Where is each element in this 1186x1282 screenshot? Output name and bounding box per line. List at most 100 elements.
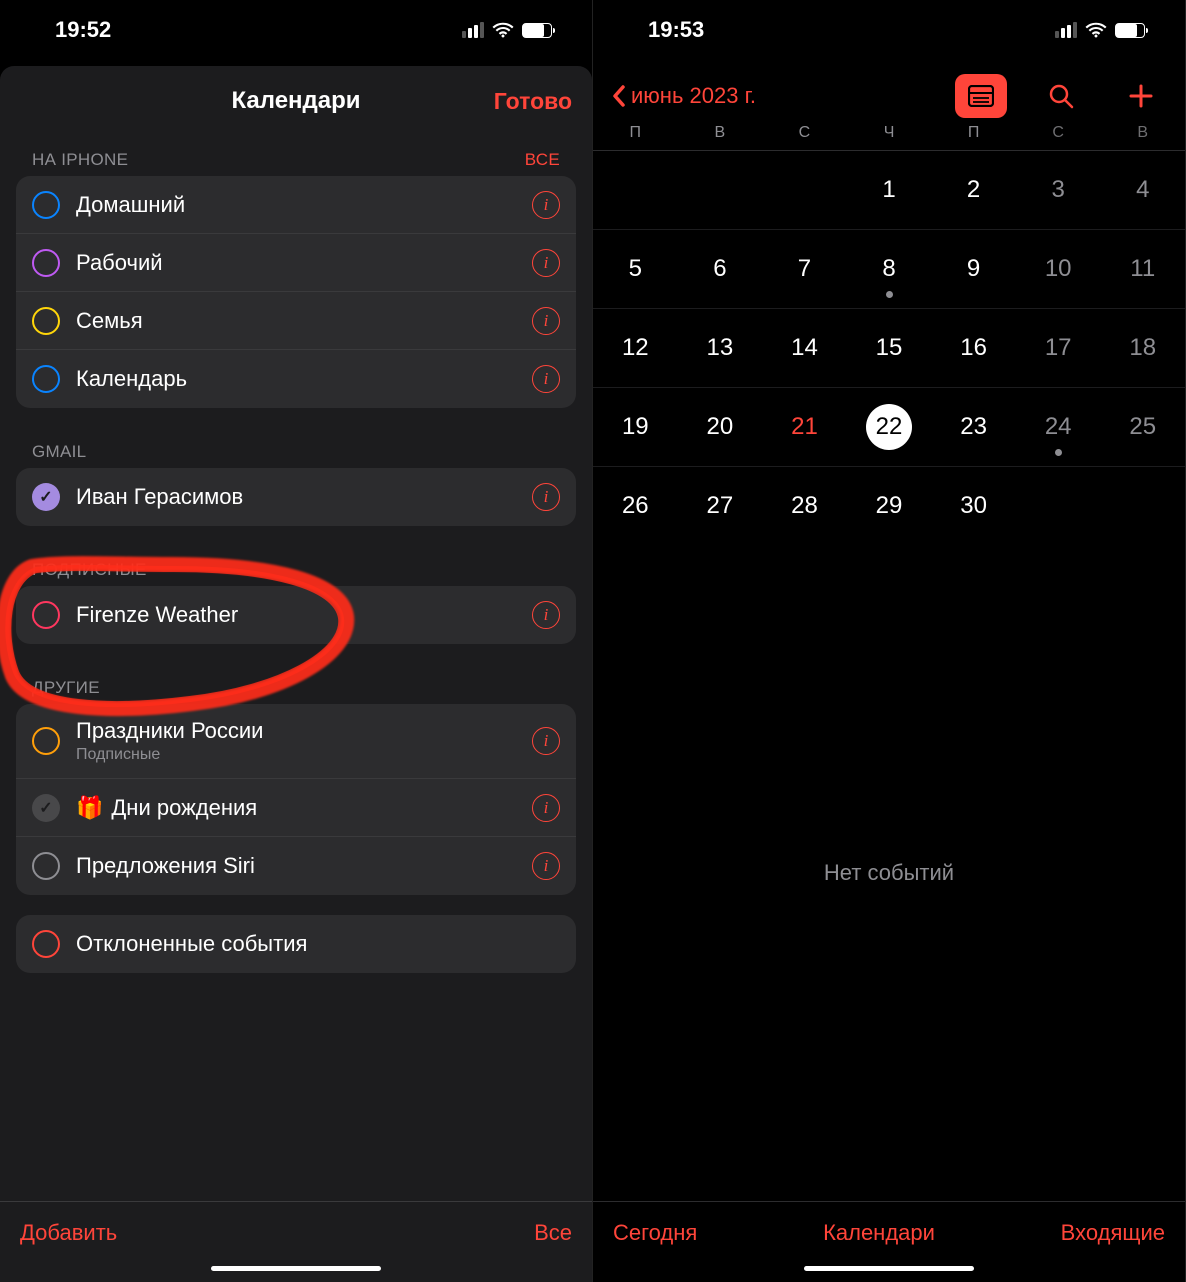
calendar-label: Иван Герасимов — [76, 484, 532, 510]
info-button[interactable]: i — [532, 852, 560, 880]
calendar-row[interactable]: Предложения Sirii — [16, 837, 576, 895]
nav-actions — [955, 74, 1167, 118]
day-cell[interactable]: 15 — [847, 309, 932, 387]
day-cell[interactable]: 24 — [1016, 388, 1101, 466]
day-cell[interactable]: 26 — [593, 467, 678, 545]
section-header: ПОДПИСНЫЕ — [16, 546, 576, 586]
add-event-button[interactable] — [1115, 74, 1167, 118]
calendar-row[interactable]: Семьяi — [16, 292, 576, 350]
calendar-nav: июнь 2023 г. — [593, 60, 1185, 120]
week-row: 19202122232425 — [593, 388, 1185, 467]
day-cell[interactable]: 27 — [678, 467, 763, 545]
day-number: 18 — [1129, 334, 1156, 362]
day-number: 29 — [876, 492, 903, 520]
search-button[interactable] — [1035, 74, 1087, 118]
calendars-list[interactable]: НА IPHONEВСЕДомашнийiРабочийiСемьяiКален… — [0, 136, 592, 1201]
day-cell[interactable]: 8 — [847, 230, 932, 308]
toolbar: Сегодня Календари Входящие — [593, 1201, 1185, 1254]
today-button[interactable]: Сегодня — [613, 1220, 697, 1246]
calendar-row[interactable]: Рабочийi — [16, 234, 576, 292]
day-cell[interactable]: 12 — [593, 309, 678, 387]
info-button[interactable]: i — [532, 483, 560, 511]
status-icons — [1055, 22, 1145, 38]
info-button[interactable]: i — [532, 365, 560, 393]
info-button[interactable]: i — [532, 794, 560, 822]
day-cell[interactable]: 18 — [1100, 309, 1185, 387]
event-dot — [886, 291, 893, 298]
day-cell[interactable]: 17 — [1016, 309, 1101, 387]
day-cell[interactable]: 1 — [847, 151, 932, 229]
week-row: 26 27 28 29 30 — [593, 467, 1185, 545]
day-cell[interactable]: 7 — [762, 230, 847, 308]
signal-icon — [1055, 22, 1077, 38]
day-cell[interactable]: 5 — [593, 230, 678, 308]
day-number: 8 — [882, 255, 895, 283]
calendar-checkbox[interactable] — [32, 601, 60, 629]
day-cell[interactable]: 22 — [847, 388, 932, 466]
day-cell[interactable]: 30 — [931, 467, 1016, 545]
info-button[interactable]: i — [532, 727, 560, 755]
calendar-row[interactable]: Отклоненные события — [16, 915, 576, 973]
calendar-checkbox[interactable]: ✓ — [32, 483, 60, 511]
day-cell[interactable]: 2 — [931, 151, 1016, 229]
info-button[interactable]: i — [532, 249, 560, 277]
calendar-checkbox[interactable] — [32, 307, 60, 335]
day-cell[interactable]: 6 — [678, 230, 763, 308]
day-cell[interactable]: 9 — [931, 230, 1016, 308]
calendar-checkbox[interactable] — [32, 191, 60, 219]
day-cell[interactable]: 19 — [593, 388, 678, 466]
calendar-checkbox[interactable] — [32, 930, 60, 958]
day-cell[interactable]: 14 — [762, 309, 847, 387]
calendar-checkbox[interactable]: ✓ — [32, 794, 60, 822]
calendar-checkbox[interactable] — [32, 727, 60, 755]
day-cell[interactable]: 23 — [931, 388, 1016, 466]
day-cell[interactable]: 4 — [1100, 151, 1185, 229]
day-cell[interactable]: 21 — [762, 388, 847, 466]
section-header: НА IPHONE ВСЕ — [16, 136, 576, 176]
calendar-row[interactable]: Праздники России Подписныеi — [16, 704, 576, 779]
section-title: НА IPHONE — [32, 150, 128, 170]
day-number: 7 — [798, 255, 811, 283]
week-row: 56 7 8 91011 — [593, 230, 1185, 309]
home-indicator[interactable] — [593, 1254, 1185, 1282]
calendar-label: Праздники России — [76, 718, 532, 744]
day-cell[interactable]: 16 — [931, 309, 1016, 387]
calendar-checkbox[interactable] — [32, 852, 60, 880]
day-number: 15 — [876, 334, 903, 362]
day-cell[interactable]: 20 — [678, 388, 763, 466]
calendar-subtitle: Подписные — [76, 746, 532, 764]
calendar-row[interactable]: Календарьi — [16, 350, 576, 408]
list-view-button[interactable] — [955, 74, 1007, 118]
weekday-label: В — [678, 124, 763, 142]
section-action[interactable]: ВСЕ — [525, 150, 560, 170]
day-cell — [593, 151, 678, 229]
day-cell[interactable]: 3 — [1016, 151, 1101, 229]
done-button[interactable]: Готово — [494, 88, 572, 115]
add-calendar-button[interactable]: Добавить — [20, 1220, 117, 1246]
calendar-row[interactable]: ✓ Иван Герасимовi — [16, 468, 576, 526]
day-cell[interactable]: 11 — [1100, 230, 1185, 308]
show-all-button[interactable]: Все — [534, 1220, 572, 1246]
calendar-checkbox[interactable] — [32, 249, 60, 277]
day-cell — [678, 151, 763, 229]
info-button[interactable]: i — [532, 307, 560, 335]
home-indicator[interactable] — [0, 1254, 592, 1282]
day-cell[interactable]: 25 — [1100, 388, 1185, 466]
day-cell[interactable]: 28 — [762, 467, 847, 545]
calendar-row[interactable]: ✓🎁Дни рожденияi — [16, 779, 576, 837]
section-header: ДРУГИЕ — [16, 664, 576, 704]
day-number: 27 — [707, 492, 734, 520]
inbox-button[interactable]: Входящие — [1061, 1220, 1165, 1246]
day-cell[interactable]: 29 — [847, 467, 932, 545]
back-label: июнь 2023 г. — [631, 83, 756, 109]
back-button[interactable]: июнь 2023 г. — [611, 83, 756, 109]
info-button[interactable]: i — [532, 191, 560, 219]
day-cell[interactable]: 10 — [1016, 230, 1101, 308]
calendar-row[interactable]: Домашнийi — [16, 176, 576, 234]
calendar-row[interactable]: Firenze Weatheri — [16, 586, 576, 644]
info-button[interactable]: i — [532, 601, 560, 629]
day-cell[interactable]: 13 — [678, 309, 763, 387]
calendar-checkbox[interactable] — [32, 365, 60, 393]
calendar-label: Календарь — [76, 366, 532, 392]
calendars-button[interactable]: Календари — [823, 1220, 935, 1246]
